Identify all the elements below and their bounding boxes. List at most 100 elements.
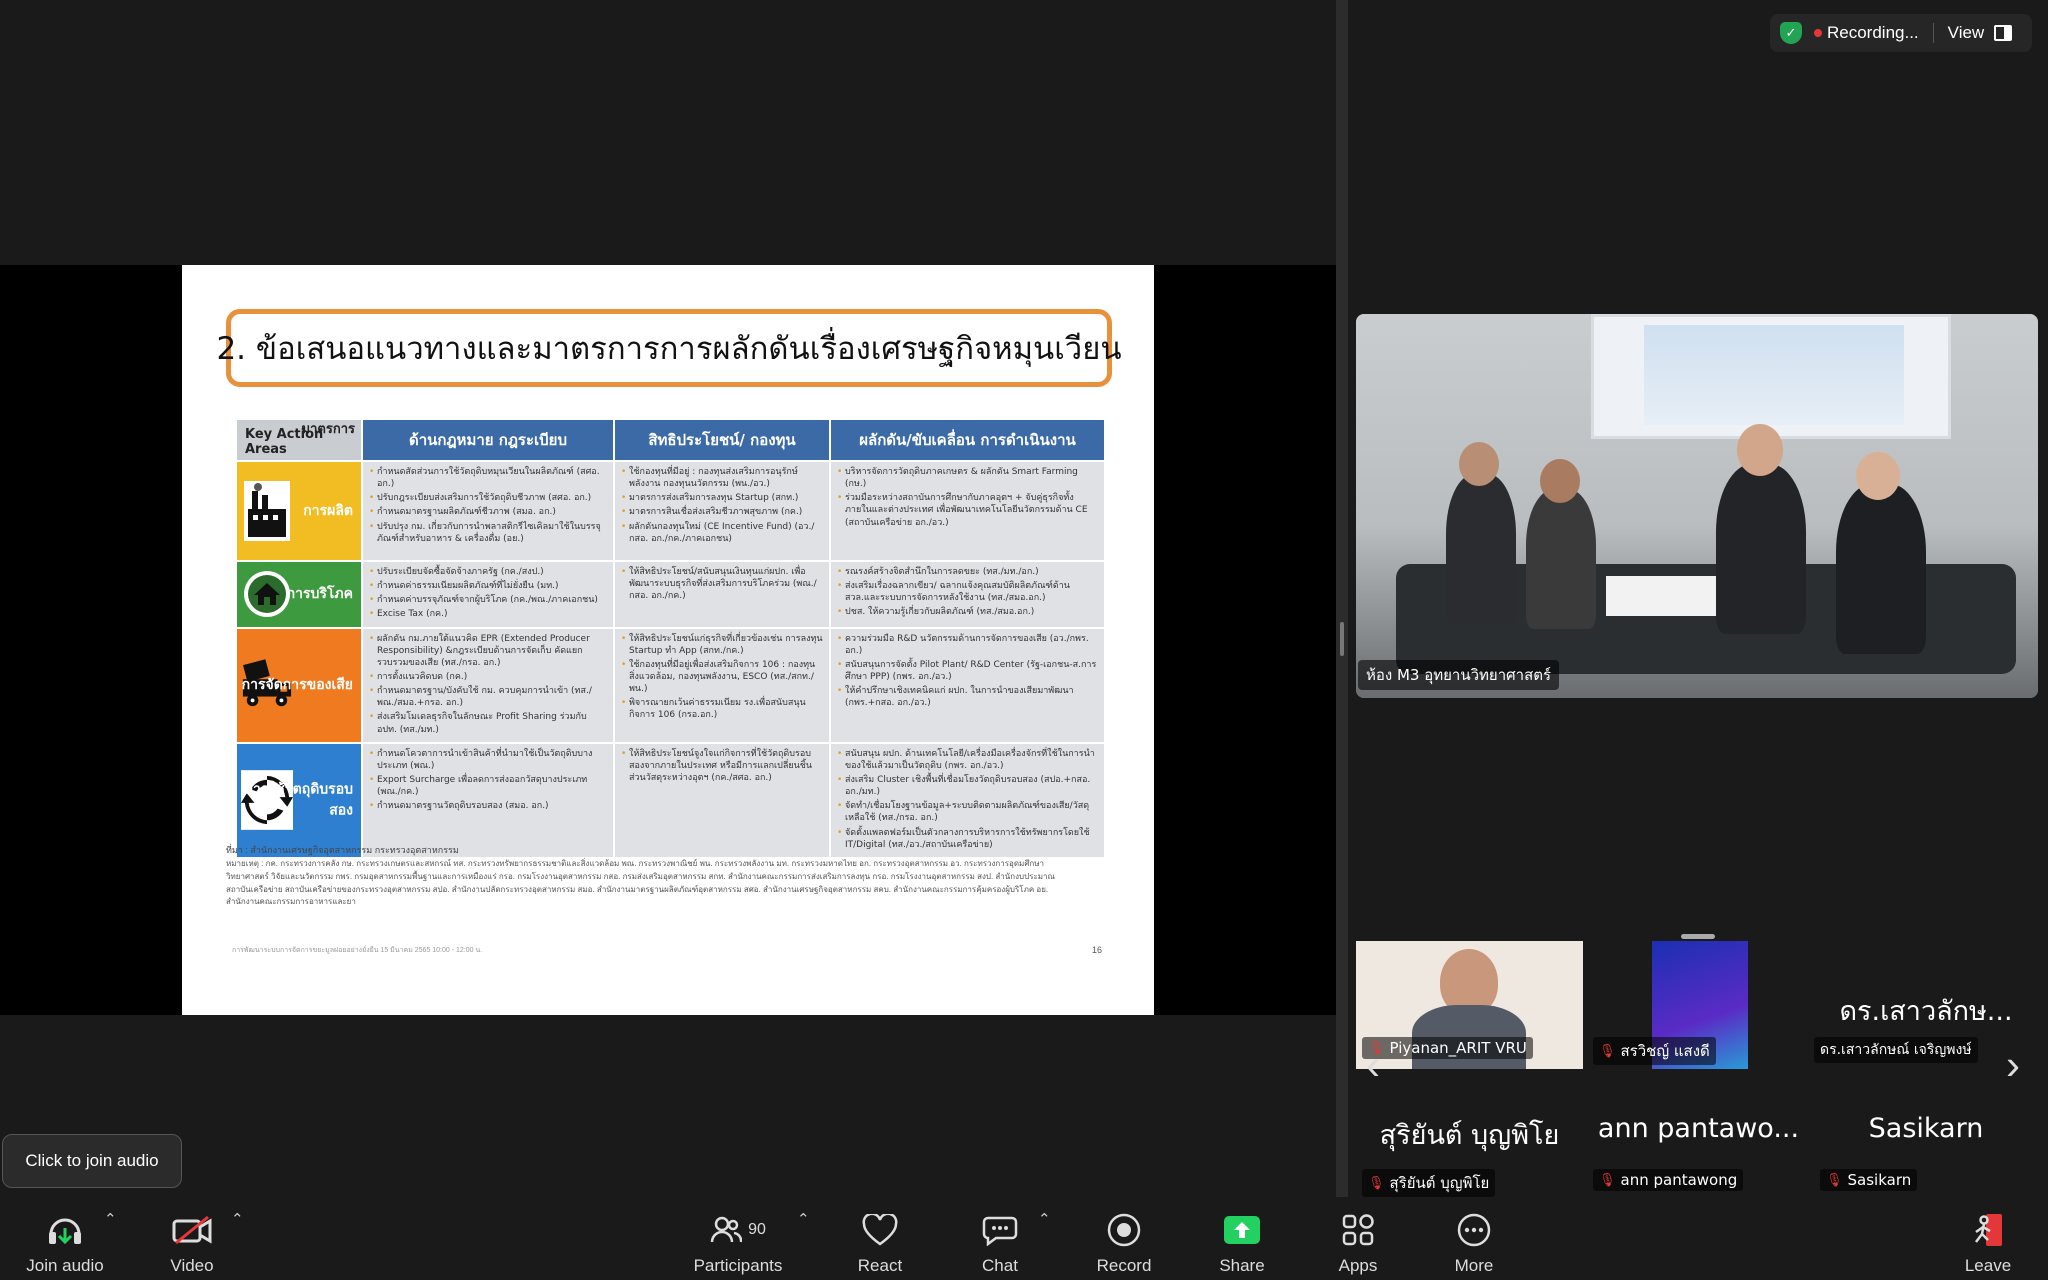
slide-bullet-item: มาตรการส่งเสริมการลงทุน Startup (สกท.) (621, 492, 823, 504)
mic-off-icon: 🎙 (1599, 1043, 1616, 1059)
law-list: กำหนดสัดส่วนการใช้วัตถุดิบหมุนเวียนในผลิ… (369, 466, 607, 545)
view-button[interactable]: View (1948, 23, 2013, 43)
apps-button[interactable]: Apps (1318, 1202, 1398, 1276)
drive-cell: บริหารจัดการวัตถุดิบภาคเกษตร & ผลักดัน S… (829, 460, 1106, 562)
drive-cell: สนับสนุน ผปก. ด้านเทคโนโลยี/เครื่องมือเค… (829, 741, 1106, 859)
projector-screen (1591, 314, 1951, 439)
slide-bullet-item: ส่งเสริม Cluster เชิงพื้นที่เชื่อมโยงวัต… (837, 774, 1098, 798)
slide-bullet-item: ปรับกฎระเบียบส่งเสริมการใช้วัตถุดิบชีวภา… (369, 492, 607, 504)
participant-name-label: 🎙 ann pantawong (1593, 1169, 1744, 1191)
drive-list: สนับสนุน ผปก. ด้านเทคโนโลยี/เครื่องมือเค… (837, 748, 1098, 851)
participant-name: ann pantawong (1620, 1171, 1738, 1189)
meeting-window: 2. ข้อเสนอแนวทางและมาตรการการผลักดันเรื่… (0, 0, 2048, 1280)
slide-bullet-item: กำหนดโควตาการนำเข้าสินค้าที่นำมาใช้เป็นว… (369, 748, 607, 772)
slide-bullet-item: ผลักดัน กม.ภายใต้แนวคิด EPR (Extended Pr… (369, 633, 607, 669)
view-label: View (1947, 23, 1985, 42)
corner-bottom-label: Key Action Areas (245, 427, 324, 457)
panelist-head (1540, 459, 1580, 503)
leave-button[interactable]: Leave (1948, 1202, 2028, 1276)
law-list: ปรับระเบียบจัดซื้อจัดจ้างภาครัฐ (กค./สงป… (369, 566, 607, 621)
slide-page-number: 16 (1091, 945, 1102, 955)
react-label: React (857, 1256, 903, 1275)
participant-tile[interactable]: 🎙 สรวิชญ์ แสงดี (1587, 941, 1810, 1069)
record-icon (1106, 1210, 1142, 1250)
leave-door-icon (1970, 1210, 2006, 1250)
fund-cell: ให้สิทธิประโยชน์แก่ธุรกิจที่เกี่ยวข้องเช… (613, 626, 831, 744)
apps-label: Apps (1338, 1256, 1378, 1275)
mic-off-icon: 🎙 (1826, 1172, 1843, 1188)
recording-label: Recording... (1827, 23, 1919, 42)
panelist (1836, 484, 1926, 654)
record-button[interactable]: Record (1084, 1202, 1164, 1276)
chat-options-caret-icon[interactable]: ⌃ (1038, 1210, 1051, 1228)
law-cell: ผลักดัน กม.ภายใต้แนวคิด EPR (Extended Pr… (361, 626, 615, 744)
gallery-strip: 🎙 Piyanan_ARIT VRU 🎙 สรวิชญ์ แสงดี ดร.เสาว… (1356, 941, 2038, 1197)
participant-name-label: 🎙 สรวิชญ์ แสงดี (1593, 1037, 1716, 1065)
more-label: More (1454, 1256, 1494, 1275)
participant-tile[interactable]: ดร.เสาวลักษ... ดร.เสาวลักษณ์ เจริญพงษ์ (1814, 941, 2038, 1069)
area-cell-production: การผลิต (235, 460, 363, 562)
slide-footer: การพัฒนาระบบการจัดการขยะมูลฝอยอย่างยั่งย… (232, 947, 483, 954)
share-label: Share (1219, 1256, 1265, 1275)
area-cell-secondary-materials: การใช้วัตถุดิบรอบสอง (235, 741, 363, 859)
slide-bullet-item: กำหนดสัดส่วนการใช้วัตถุดิบหมุนเวียนในผลิ… (369, 466, 607, 490)
share-button[interactable]: Share (1202, 1202, 1282, 1276)
more-icon (1456, 1210, 1492, 1250)
participant-display-name: ดร.เสาวลักษ... (1839, 996, 2013, 1027)
slide-bullet-item: ให้สิทธิประโยชน์แก่ธุรกิจที่เกี่ยวข้องเช… (621, 633, 823, 657)
participants-button[interactable]: 90 Participants (688, 1202, 788, 1276)
react-button[interactable]: React (840, 1202, 920, 1276)
participant-display-name: ann pantawo... (1597, 1113, 1800, 1144)
slide-bullet-item: Export Surcharge เพื่อลดการส่งออกวัสดุบา… (369, 774, 607, 798)
slide-bullet-item: ปรับปรุง กม. เกี่ยวกับการนำพลาสติกรีไซเค… (369, 521, 607, 545)
slide-bullet-item: สนับสนุน ผปก. ด้านเทคโนโลยี/เครื่องมือเค… (837, 748, 1098, 772)
slide-bullet-item: กำหนดมาตรฐาน/บังคับใช้ กม. ควบคุมการนำเข… (369, 685, 607, 709)
slide-bullet-item: บริหารจัดการวัตถุดิบภาคเกษตร & ผลักดัน S… (837, 466, 1098, 490)
participant-tile[interactable]: ann pantawo... 🎙 ann pantawong (1587, 1073, 1810, 1197)
join-audio-button[interactable]: Join audio (20, 1202, 110, 1276)
join-audio-tooltip: Click to join audio (2, 1134, 182, 1188)
speaker-video[interactable]: ห้อง M3 อุทยานวิทยาศาสตร์ (1356, 314, 2038, 698)
more-button[interactable]: More (1434, 1202, 1514, 1276)
gallery-drag-handle[interactable] (1681, 934, 1715, 939)
table-corner-header: มาตรการ Key Action Areas (235, 418, 363, 462)
video-options-caret-icon[interactable]: ⌃ (231, 1210, 244, 1228)
table-row: การจัดการของเสีย ผลักดัน กม.ภายใต้แนวคิด… (235, 626, 1106, 744)
home-icon (241, 568, 293, 621)
column-header-drive: ผลักดัน/ขับเคลื่อน การดำเนินงาน (829, 418, 1106, 462)
measures-table: มาตรการ Key Action Areas ด้านกฎหมาย กฎระ… (235, 418, 1106, 859)
area-label: การบริโภค (286, 586, 353, 603)
participant-tile[interactable]: 🎙 Piyanan_ARIT VRU (1356, 941, 1583, 1069)
chat-icon (982, 1210, 1018, 1250)
participant-name-label: 🎙 Piyanan_ARIT VRU (1362, 1037, 1533, 1059)
participants-label: Participants (693, 1256, 783, 1275)
recording-status-bar: ✓ Recording... View (1770, 14, 2032, 52)
area-label: การใช้วัตถุดิบรอบสอง (244, 781, 353, 819)
participant-tile[interactable]: Sasikarn 🎙 Sasikarn (1814, 1073, 2038, 1197)
gallery-prev-arrow-icon[interactable]: ‹ (1366, 1041, 1380, 1089)
drive-cell: รณรงค์สร้างจิตสำนึกในการลดขยะ (ทส./มท./อ… (829, 560, 1106, 629)
law-list: กำหนดโควตาการนำเข้าสินค้าที่นำมาใช้เป็นว… (369, 748, 607, 813)
apps-icon (1341, 1210, 1375, 1250)
fund-list: ให้สิทธิประโยชน์แก่ธุรกิจที่เกี่ยวข้องเช… (621, 633, 823, 722)
chat-button[interactable]: Chat (960, 1202, 1040, 1276)
table-row: การใช้วัตถุดิบรอบสอง กำหนดโควตาการนำเข้า… (235, 741, 1106, 859)
slide-bullet-item: สนับสนุนการจัดตั้ง Pilot Plant/ R&D Cent… (837, 659, 1098, 683)
participant-tile[interactable]: สุริยันต์ บุญพิโย 🎙 สุริยันต์ บุญพิโย (1356, 1073, 1583, 1197)
share-screen-icon (1224, 1210, 1260, 1250)
video-button[interactable]: Video (152, 1202, 232, 1276)
gallery-next-arrow-icon[interactable]: › (2006, 1041, 2020, 1089)
panelist-head (1459, 442, 1499, 486)
participant-name-label: ดร.เสาวลักษณ์ เจริญพงษ์ (1814, 1037, 1978, 1063)
participants-options-caret-icon[interactable]: ⌃ (797, 1210, 810, 1228)
drive-list: บริหารจัดการวัตถุดิบภาคเกษตร & ผลักดัน S… (837, 466, 1098, 529)
speaker-name-label: ห้อง M3 อุทยานวิทยาศาสตร์ (1358, 660, 1560, 690)
slide-bullet-item: Excise Tax (กค.) (369, 608, 607, 620)
slide-bullet-item: พิจารณายกเว้นค่าธรรมเนียม รง.เพื่อสนับสน… (621, 697, 823, 721)
panel-resize-handle[interactable] (1340, 622, 1344, 656)
panel-divider[interactable] (1336, 0, 1348, 1197)
panelist-head (1737, 424, 1783, 476)
join-audio-label: Join audio (26, 1256, 104, 1275)
participant-name: สรวิชญ์ แสงดี (1620, 1042, 1710, 1060)
audio-options-caret-icon[interactable]: ⌃ (104, 1210, 117, 1228)
